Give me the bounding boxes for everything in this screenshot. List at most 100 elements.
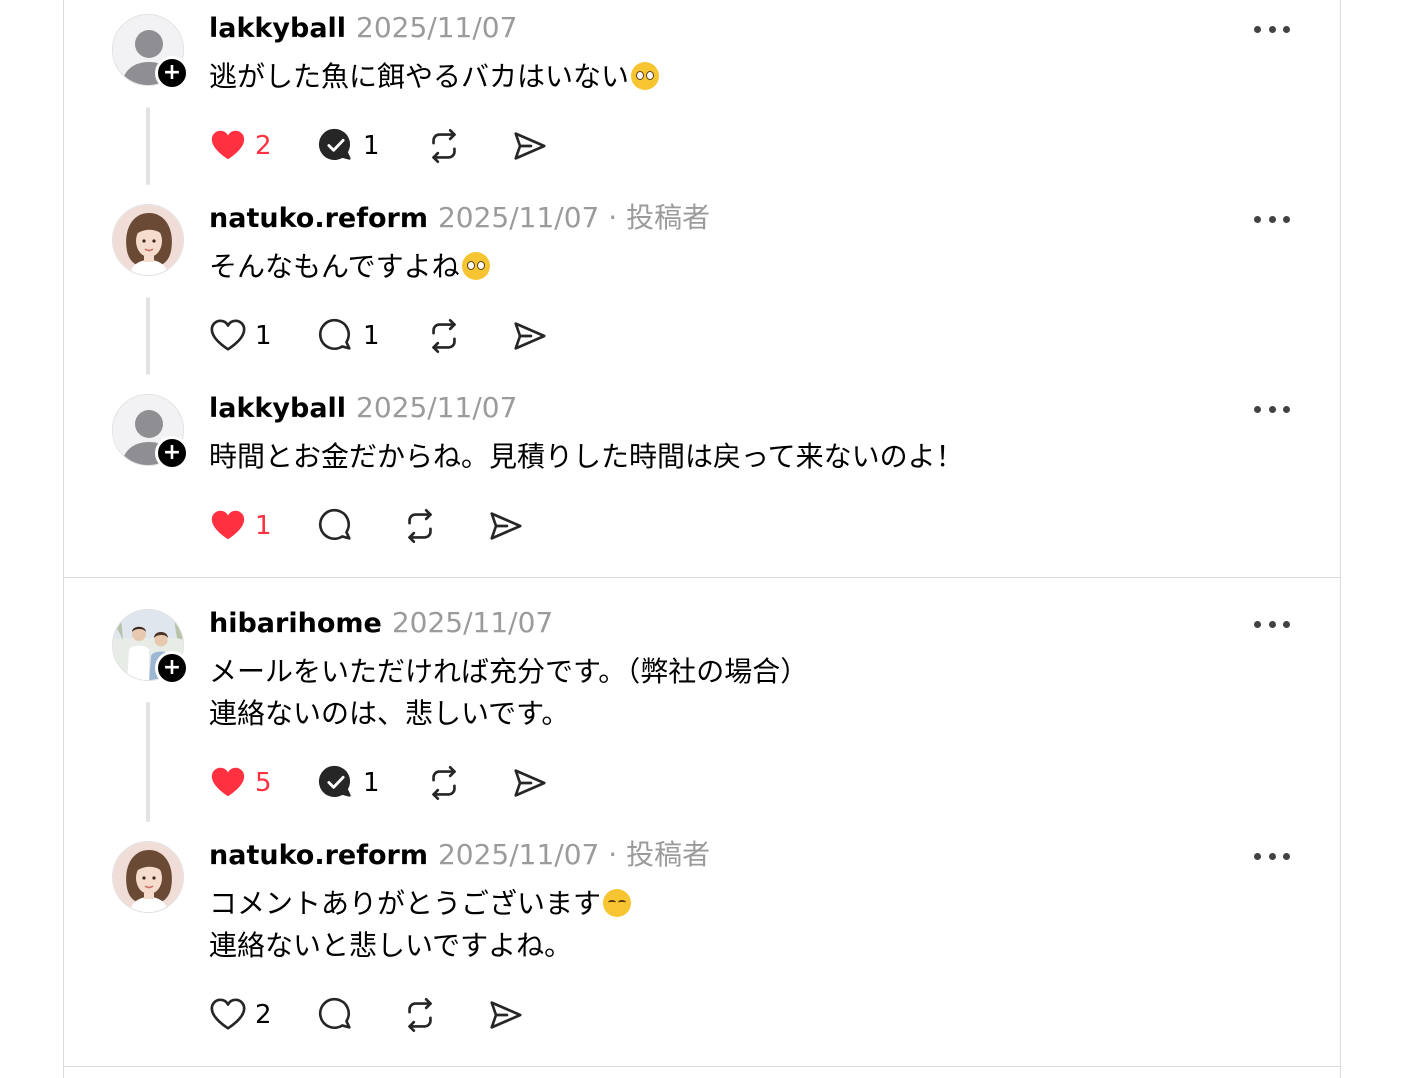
comment-bubble-icon bbox=[317, 317, 355, 355]
like-count: 2 bbox=[255, 1000, 272, 1030]
like-button[interactable]: 1 bbox=[209, 506, 272, 546]
reply-button[interactable]: 1 bbox=[317, 126, 380, 166]
avatar[interactable] bbox=[112, 841, 184, 913]
thread-divider bbox=[64, 1066, 1340, 1067]
share-button[interactable] bbox=[511, 763, 549, 803]
post-text: 時間とお金だからね。見積りした時間は戻って来ないのよ！ bbox=[209, 436, 964, 478]
share-button[interactable] bbox=[511, 316, 549, 356]
username[interactable]: hibarihome bbox=[209, 608, 382, 639]
share-button[interactable] bbox=[511, 126, 549, 166]
repost-button[interactable] bbox=[401, 506, 439, 546]
like-count: 5 bbox=[255, 768, 272, 798]
more-options-icon[interactable] bbox=[1254, 617, 1290, 631]
post-text-line: 連絡ないのは、悲しいです。 bbox=[209, 697, 570, 730]
post-header: lakkyball 2025/11/07 bbox=[209, 10, 517, 47]
pleading-face-emoji-icon bbox=[631, 62, 660, 90]
post-date: 2025/11/07 bbox=[437, 201, 600, 234]
post-text: コメントありがとうございます 連絡ないと悲しいですよね。 bbox=[209, 883, 632, 967]
post-date: 2025/11/07 bbox=[356, 391, 518, 424]
repost-button[interactable] bbox=[425, 763, 463, 803]
follow-plus-icon[interactable]: + bbox=[155, 56, 189, 90]
post-text-line: メールをいただければ充分です。（弊社の場合） bbox=[209, 655, 809, 688]
check-bubble-icon bbox=[317, 764, 355, 802]
reply-count: 1 bbox=[363, 321, 380, 351]
post-header: natuko.reform 2025/11/07 · 投稿者 bbox=[209, 200, 710, 237]
username[interactable]: lakkyball bbox=[209, 13, 346, 44]
heart-icon bbox=[209, 996, 247, 1034]
more-options-icon[interactable] bbox=[1254, 212, 1290, 226]
avatar[interactable] bbox=[112, 204, 184, 276]
more-options-icon[interactable] bbox=[1254, 849, 1290, 863]
reply-count: 1 bbox=[363, 768, 380, 798]
heart-filled-icon bbox=[209, 127, 247, 165]
like-button[interactable]: 5 bbox=[209, 763, 272, 803]
username[interactable]: natuko.reform bbox=[209, 840, 428, 871]
username[interactable]: natuko.reform bbox=[209, 203, 428, 234]
more-options-icon[interactable] bbox=[1254, 402, 1290, 416]
thread-connector-line bbox=[146, 297, 150, 375]
pleading-face-emoji-icon bbox=[461, 252, 490, 280]
comment-post: + hibarihome 2025/11/07 メールをいただければ充分です。（弊… bbox=[64, 595, 1340, 835]
post-date: 2025/11/07 bbox=[391, 606, 554, 639]
comment-post: natuko.reform 2025/11/07 · 投稿者 コメントありがとうご… bbox=[64, 827, 1340, 1067]
repost-icon bbox=[425, 317, 463, 355]
more-options-icon[interactable] bbox=[1254, 22, 1290, 36]
comment-thread-panel: + lakkyball 2025/11/07 逃がした魚に餌やるバカはいない 2 … bbox=[63, 0, 1341, 1078]
send-icon bbox=[511, 764, 549, 802]
comment-bubble-icon bbox=[317, 507, 355, 545]
comment-bubble-icon bbox=[317, 996, 355, 1034]
comment-post: natuko.reform 2025/11/07 · 投稿者 そんなもんですよね … bbox=[64, 190, 1340, 380]
send-icon bbox=[511, 127, 549, 165]
heart-icon bbox=[209, 317, 247, 355]
reply-button[interactable]: 1 bbox=[317, 316, 380, 356]
follow-plus-icon[interactable]: + bbox=[155, 651, 189, 685]
reply-button[interactable] bbox=[317, 995, 355, 1035]
post-header: natuko.reform 2025/11/07 · 投稿者 bbox=[209, 837, 710, 874]
send-icon bbox=[511, 317, 549, 355]
author-badge: · 投稿者 bbox=[608, 201, 711, 234]
share-button[interactable] bbox=[487, 995, 525, 1035]
send-icon bbox=[487, 507, 525, 545]
like-count: 2 bbox=[255, 131, 272, 161]
repost-button[interactable] bbox=[425, 126, 463, 166]
check-bubble-icon bbox=[317, 127, 355, 165]
heart-filled-icon bbox=[209, 507, 247, 545]
like-button[interactable]: 2 bbox=[209, 126, 272, 166]
heart-filled-icon bbox=[209, 764, 247, 802]
like-count: 1 bbox=[255, 321, 272, 351]
thread-connector-line bbox=[146, 702, 150, 822]
post-text-line: そんなもんですよね bbox=[209, 250, 460, 283]
comment-post: + lakkyball 2025/11/07 時間とお金だからね。見積りした時間は… bbox=[64, 380, 1340, 570]
repost-icon bbox=[401, 996, 439, 1034]
repost-icon bbox=[425, 127, 463, 165]
reply-button[interactable]: 1 bbox=[317, 763, 380, 803]
post-header: hibarihome 2025/11/07 bbox=[209, 605, 553, 642]
post-date: 2025/11/07 bbox=[437, 838, 600, 871]
post-date: 2025/11/07 bbox=[356, 11, 518, 44]
repost-button[interactable] bbox=[425, 316, 463, 356]
repost-icon bbox=[425, 764, 463, 802]
repost-icon bbox=[401, 507, 439, 545]
share-button[interactable] bbox=[487, 506, 525, 546]
reply-button[interactable] bbox=[317, 506, 355, 546]
post-header: lakkyball 2025/11/07 bbox=[209, 390, 517, 427]
author-badge: · 投稿者 bbox=[608, 838, 711, 871]
thread-divider bbox=[64, 577, 1340, 578]
post-text-line: コメントありがとうございます bbox=[209, 887, 602, 920]
follow-plus-icon[interactable]: + bbox=[155, 436, 189, 470]
post-text: 逃がした魚に餌やるバカはいない bbox=[209, 56, 660, 98]
comment-post: + lakkyball 2025/11/07 逃がした魚に餌やるバカはいない 2 … bbox=[64, 0, 1340, 190]
thread-connector-line bbox=[146, 107, 150, 185]
post-text-line: 逃がした魚に餌やるバカはいない bbox=[209, 60, 630, 93]
like-count: 1 bbox=[255, 511, 272, 541]
like-button[interactable]: 1 bbox=[209, 316, 272, 356]
post-text: メールをいただければ充分です。（弊社の場合） 連絡ないのは、悲しいです。 bbox=[209, 651, 808, 735]
reply-count: 1 bbox=[363, 131, 380, 161]
username[interactable]: lakkyball bbox=[209, 393, 346, 424]
relieved-face-emoji-icon bbox=[603, 889, 632, 917]
post-text: そんなもんですよね bbox=[209, 246, 490, 288]
repost-button[interactable] bbox=[401, 995, 439, 1035]
post-text-line: 連絡ないと悲しいですよね。 bbox=[209, 929, 573, 962]
send-icon bbox=[487, 996, 525, 1034]
like-button[interactable]: 2 bbox=[209, 995, 272, 1035]
